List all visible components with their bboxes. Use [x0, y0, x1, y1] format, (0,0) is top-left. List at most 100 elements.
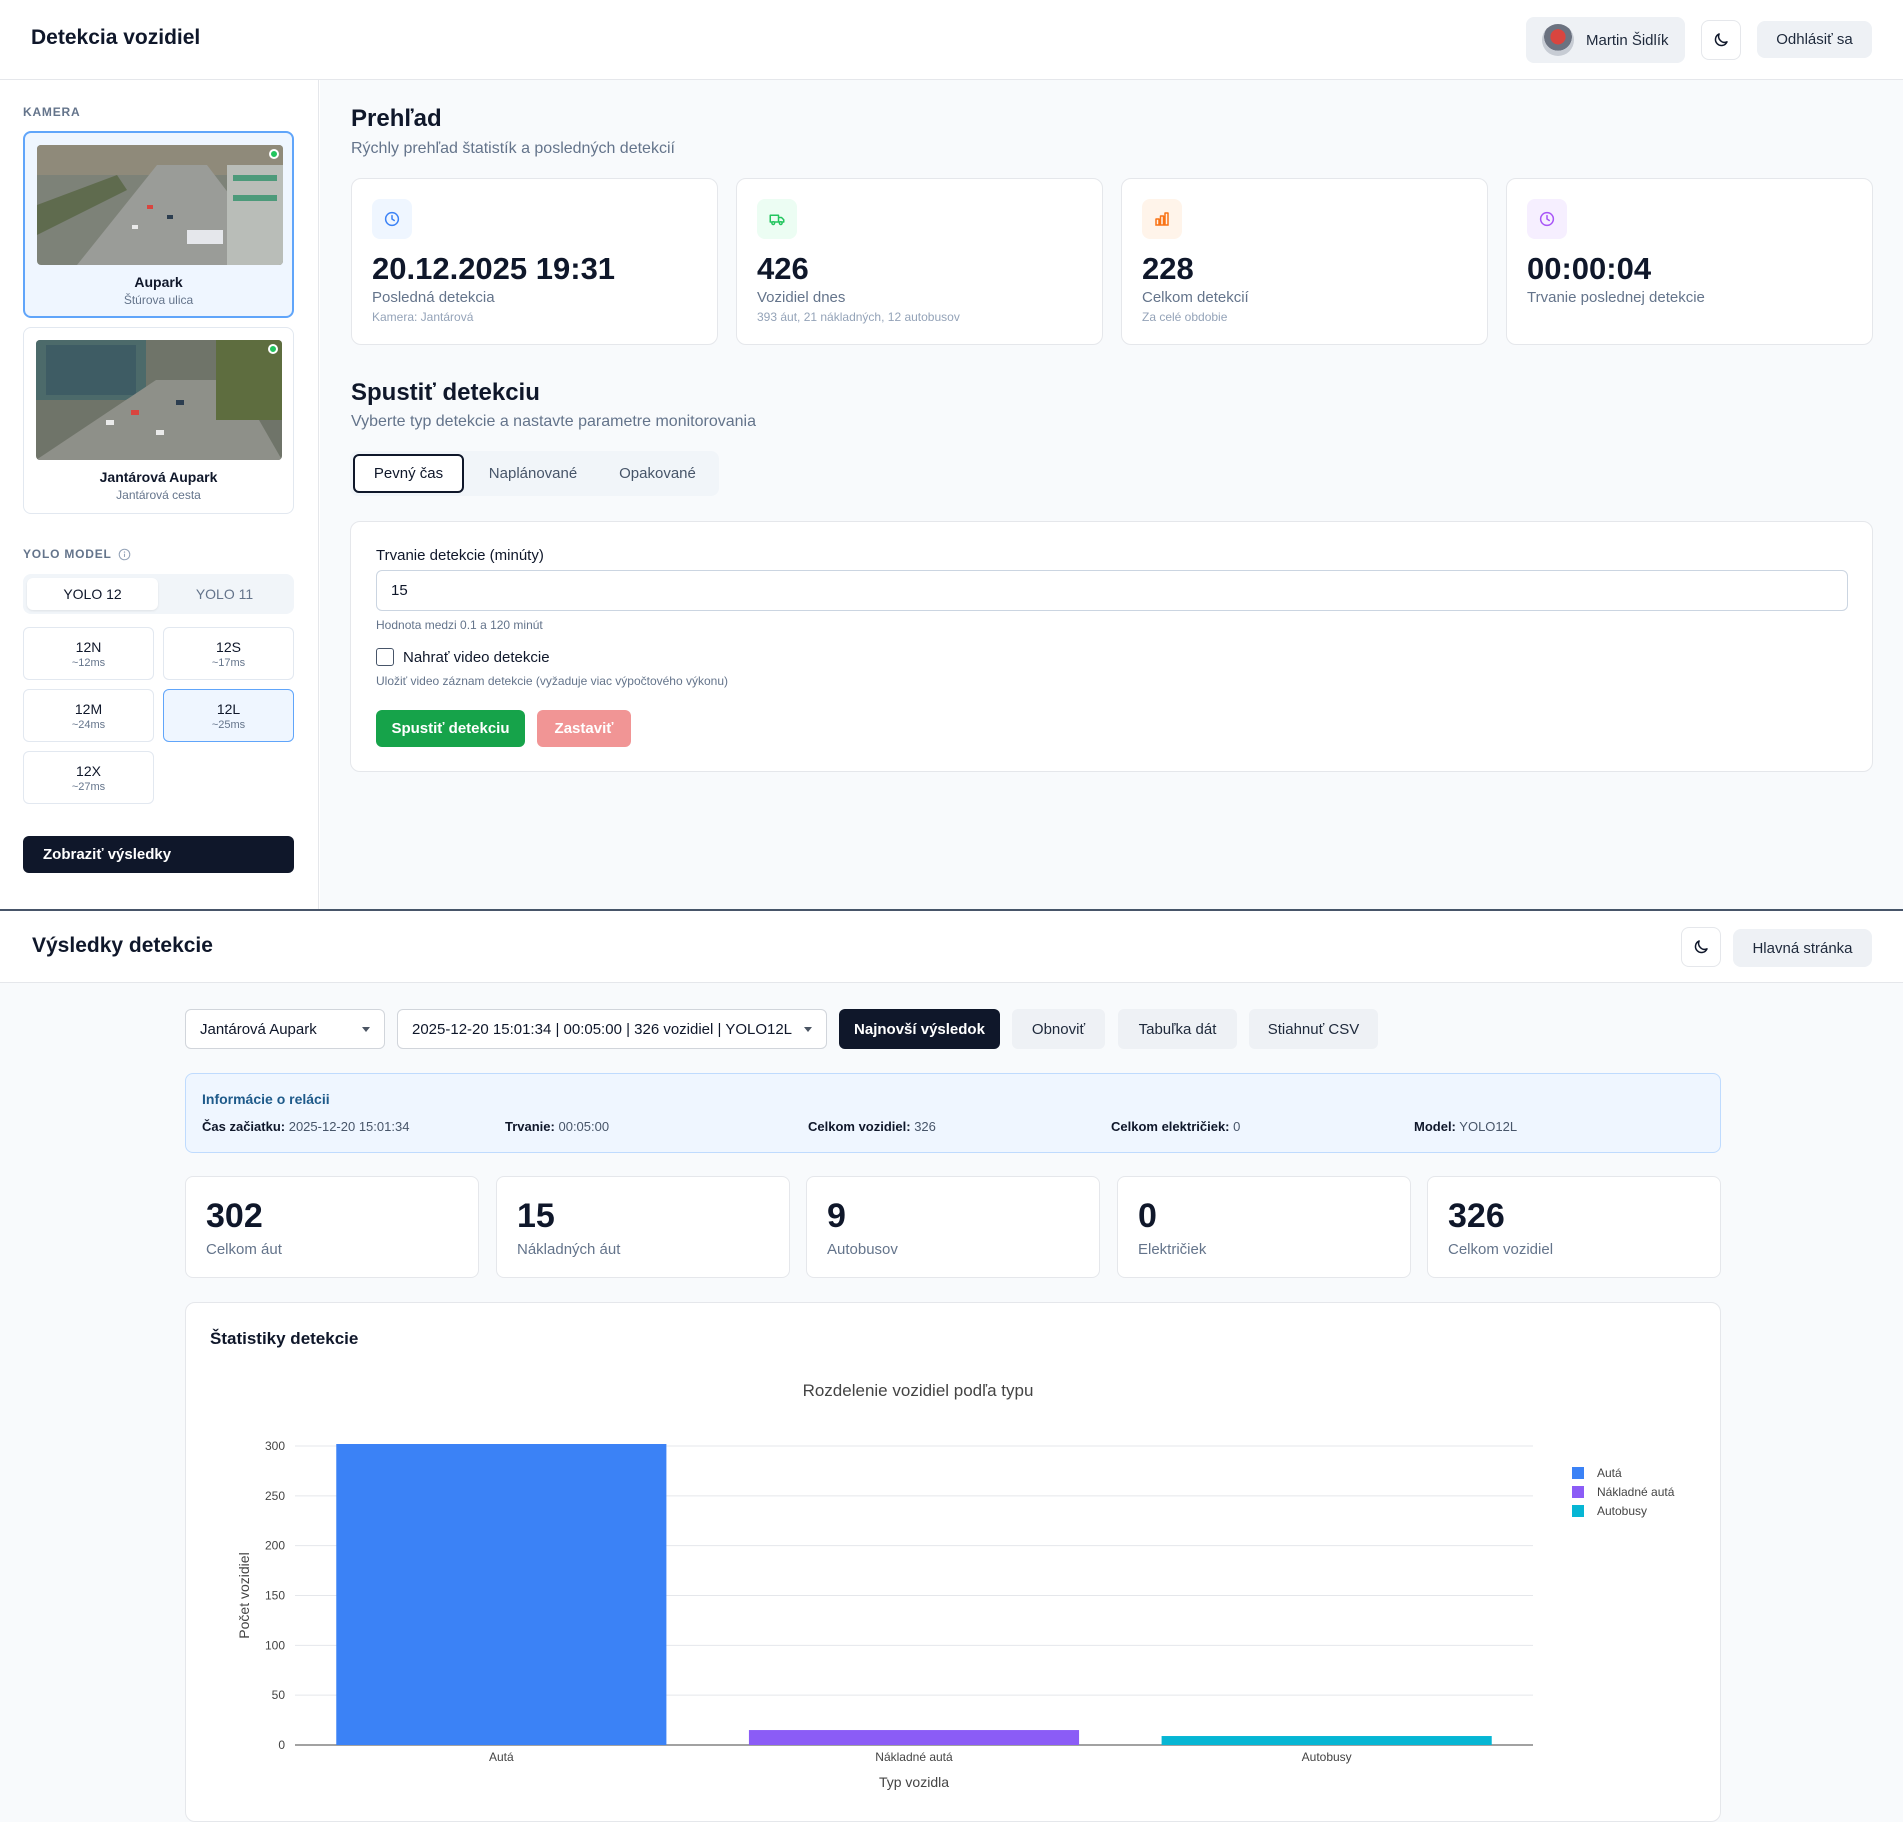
- record-video-help: Uložiť video záznam detekcie (vyžaduje v…: [376, 674, 729, 688]
- overview-title: Prehľad: [351, 105, 442, 132]
- y-tick-label: 250: [265, 1489, 285, 1503]
- sidebar: KAMERA Aupark Štúrova ulica Jantárová Au…: [0, 80, 319, 909]
- clock-icon: [372, 199, 412, 239]
- camera-select[interactable]: Jantárová Aupark: [185, 1009, 385, 1049]
- camera-thumbnail: [37, 145, 283, 265]
- bar-1: [748, 1730, 1080, 1745]
- chevron-down-icon: [804, 1027, 812, 1032]
- model-12s[interactable]: 12S ~17ms: [163, 627, 294, 680]
- legend-label-1: Nákladné autá: [1597, 1485, 1675, 1499]
- tab-recurring[interactable]: Opakované: [600, 454, 715, 493]
- logout-button[interactable]: Odhlásiť sa: [1757, 21, 1872, 58]
- stat-label: Vozidiel dnes: [757, 289, 846, 306]
- camera-card-aupark[interactable]: Aupark Štúrova ulica: [23, 131, 294, 318]
- camera-name: Aupark: [134, 274, 183, 290]
- avatar: [1542, 24, 1574, 56]
- record-video-checkbox[interactable]: [376, 648, 394, 666]
- latest-result-button[interactable]: Najnovší výsledok: [839, 1009, 1000, 1049]
- tab-fixed-time[interactable]: Pevný čas: [353, 454, 464, 493]
- stat-card-vehicles-today: 426 Vozidiel dnes 393 áut, 21 nákladných…: [736, 178, 1103, 345]
- model-12x[interactable]: 12X ~27ms: [23, 751, 154, 804]
- bar-0: [336, 1444, 667, 1745]
- model-speed: ~27ms: [71, 781, 106, 793]
- truck-icon: [757, 199, 797, 239]
- model-speed: ~17ms: [211, 657, 246, 669]
- stat-note: Za celé obdobie: [1142, 310, 1228, 324]
- results-app: Výsledky detekcie Hlavná stránka Jantáro…: [0, 911, 1903, 1822]
- yolo-version-12[interactable]: YOLO 12: [27, 578, 158, 610]
- bar-2: [1161, 1736, 1492, 1745]
- user-menu[interactable]: Martin Šidlík: [1526, 17, 1685, 63]
- yolo-version-toggle: YOLO 12 YOLO 11: [23, 574, 294, 614]
- detection-app: Detekcia vozidiel Martin Šidlík Odhlásiť…: [0, 0, 1903, 909]
- stat-card-total-detections: 228 Celkom detekcií Za celé obdobie: [1121, 178, 1488, 345]
- model-name: 12L: [216, 701, 241, 717]
- tab-scheduled[interactable]: Naplánované: [468, 454, 598, 493]
- model-name: 12S: [216, 639, 241, 655]
- kpi-trams: 0 Električiek: [1117, 1176, 1411, 1278]
- kpi-label: Nákladných áut: [517, 1241, 621, 1258]
- data-table-button[interactable]: Tabuľka dát: [1118, 1009, 1237, 1049]
- session-select-value: 2025-12-20 15:01:34 | 00:05:00 | 326 voz…: [412, 1020, 793, 1038]
- session-model: Model: YOLO12L: [1414, 1119, 1518, 1134]
- moon-icon: [1694, 940, 1708, 954]
- header: Detekcia vozidiel Martin Šidlík Odhlásiť…: [0, 0, 1903, 80]
- model-12n[interactable]: 12N ~12ms: [23, 627, 154, 680]
- camera-section-label: KAMERA: [23, 105, 81, 119]
- camera-card-jantarova-aupark[interactable]: Jantárová Aupark Jantárová cesta: [23, 327, 294, 514]
- moon-icon: [1714, 33, 1728, 47]
- vehicle-type-chart: Rozdelenie vozidiel podľa typu 0 50 100 150 2…: [236, 1381, 1675, 1790]
- kpi-trucks: 15 Nákladných áut: [496, 1176, 790, 1278]
- detection-stats-card: Štatistiky detekcie Rozdelenie vozidiel …: [185, 1302, 1721, 1822]
- detection-form: Trvanie detekcie (minúty) Hodnota medzi …: [350, 521, 1873, 772]
- refresh-button[interactable]: Obnoviť: [1012, 1009, 1105, 1049]
- header: Výsledky detekcie Hlavná stránka: [0, 911, 1903, 983]
- kpi-buses: 9 Autobusov: [806, 1176, 1100, 1278]
- show-results-button[interactable]: Zobraziť výsledky: [23, 836, 294, 873]
- kpi-label: Autobusov: [827, 1241, 898, 1258]
- x-tick-label: Autobusy: [1302, 1750, 1352, 1764]
- duration-input[interactable]: [376, 570, 1848, 611]
- home-button[interactable]: Hlavná stránka: [1733, 929, 1872, 967]
- kpi-label: Celkom vozidiel: [1448, 1241, 1554, 1258]
- session-total-trams: Celkom električiek: 0: [1111, 1119, 1241, 1134]
- stat-value: 20.12.2025 19:31: [372, 251, 616, 286]
- record-video-label[interactable]: Nahrať video detekcie: [403, 649, 550, 666]
- theme-toggle-button[interactable]: [1701, 20, 1741, 60]
- session-select[interactable]: 2025-12-20 15:01:34 | 00:05:00 | 326 voz…: [397, 1009, 827, 1049]
- clock-icon: [1527, 199, 1567, 239]
- stop-detection-button[interactable]: Zastaviť: [537, 710, 631, 747]
- bar-chart-icon: [1142, 199, 1182, 239]
- chevron-down-icon: [362, 1027, 370, 1032]
- stat-note: Kamera: Jantárová: [372, 310, 474, 324]
- duration-label: Trvanie detekcie (minúty): [376, 547, 544, 564]
- yolo-version-11[interactable]: YOLO 11: [159, 578, 290, 610]
- kpi-value: 0: [1138, 1197, 1157, 1235]
- app-title: Detekcia vozidiel: [31, 26, 201, 49]
- camera-thumbnail: [36, 340, 282, 460]
- kpi-cars: 302 Celkom áut: [185, 1176, 479, 1278]
- app-title: Výsledky detekcie: [32, 934, 213, 957]
- model-12l[interactable]: 12L ~25ms: [163, 689, 294, 742]
- kpi-label: Celkom áut: [206, 1241, 282, 1258]
- y-tick-label: 150: [265, 1589, 285, 1603]
- stat-value: 228: [1142, 251, 1194, 286]
- x-tick-label: Nákladné autá: [875, 1750, 953, 1764]
- stat-value: 426: [757, 251, 809, 286]
- kpi-value: 9: [827, 1197, 846, 1235]
- info-icon[interactable]: [118, 548, 131, 561]
- yolo-section-text: YOLO MODEL: [23, 547, 112, 561]
- model-speed: ~12ms: [71, 657, 106, 669]
- model-12m[interactable]: 12M ~24ms: [23, 689, 154, 742]
- download-csv-button[interactable]: Stiahnuť CSV: [1249, 1009, 1378, 1049]
- main-content: Prehľad Rýchly prehľad štatistík a posle…: [320, 80, 1903, 909]
- run-detection-subtitle: Vyberte typ detekcie a nastavte parametr…: [351, 413, 756, 430]
- stat-value: 00:00:04: [1527, 251, 1652, 286]
- model-speed: ~24ms: [71, 719, 106, 731]
- duration-help: Hodnota medzi 0.1 a 120 minút: [376, 618, 543, 632]
- start-detection-button[interactable]: Spustiť detekciu: [376, 710, 525, 747]
- y-tick-label: 200: [265, 1539, 285, 1553]
- theme-toggle-button[interactable]: [1681, 927, 1721, 967]
- session-total-vehicles: Celkom vozidiel: 326: [808, 1119, 936, 1134]
- chart-title: Rozdelenie vozidiel podľa typu: [803, 1381, 1034, 1400]
